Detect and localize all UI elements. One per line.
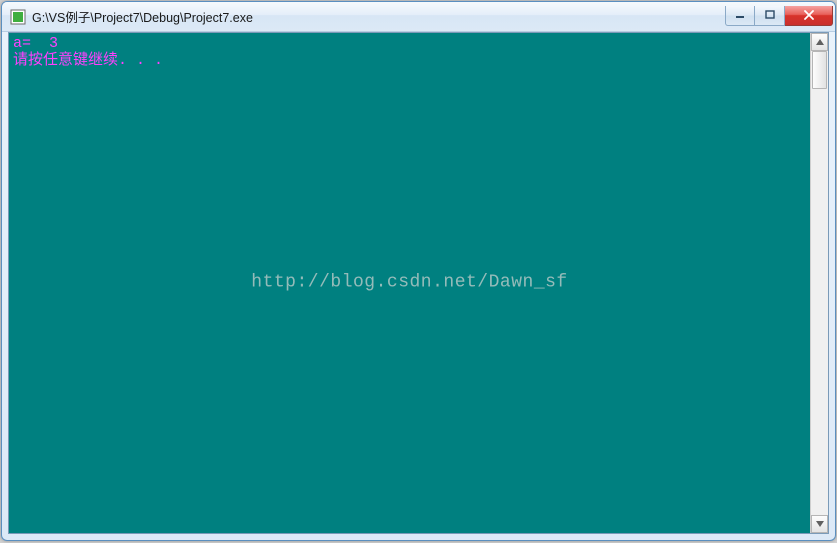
app-window: G:\VS例子\Project7\Debug\Project7.exe a= 3…	[1, 1, 836, 541]
app-icon	[10, 9, 26, 25]
watermark-text: http://blog.csdn.net/Dawn_sf	[251, 275, 567, 292]
minimize-button[interactable]	[725, 6, 755, 26]
scroll-down-button[interactable]	[811, 515, 828, 533]
console-line: a= 3	[13, 35, 806, 52]
scroll-track[interactable]	[811, 51, 828, 515]
close-button[interactable]	[785, 6, 833, 26]
scroll-thumb[interactable]	[812, 51, 827, 89]
client-area: a= 3 请按任意键继续. . . http://blog.csdn.net/D…	[8, 32, 829, 534]
console-output: a= 3 请按任意键继续. . . http://blog.csdn.net/D…	[9, 33, 810, 533]
window-title: G:\VS例子\Project7\Debug\Project7.exe	[32, 7, 725, 26]
titlebar[interactable]: G:\VS例子\Project7\Debug\Project7.exe	[2, 2, 835, 32]
window-controls	[725, 6, 833, 26]
vertical-scrollbar[interactable]	[810, 33, 828, 533]
maximize-button[interactable]	[755, 6, 785, 26]
console-line: 请按任意键继续. . .	[13, 52, 806, 69]
scroll-up-button[interactable]	[811, 33, 828, 51]
